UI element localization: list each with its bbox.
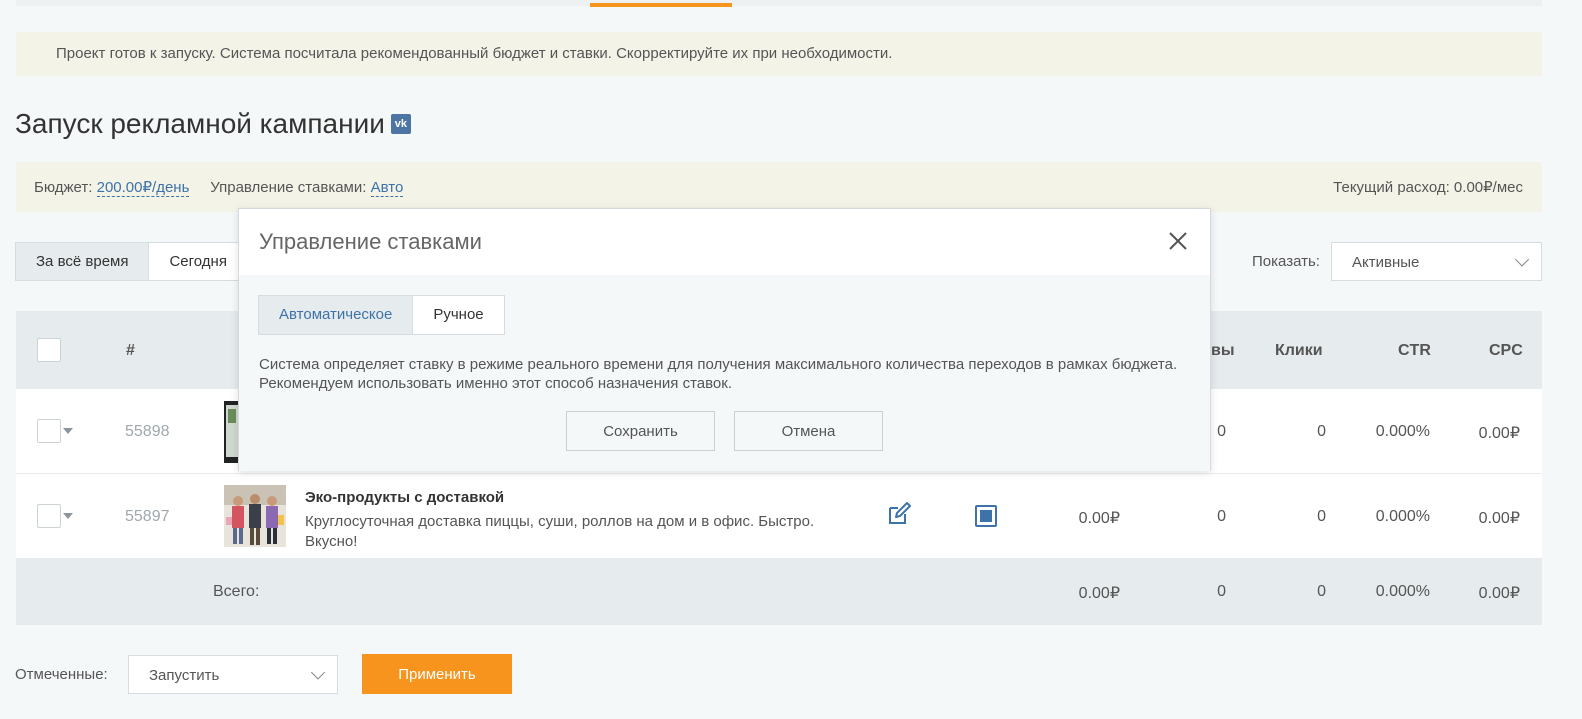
header-clicks[interactable]: Клики [1275, 342, 1323, 360]
show-label: Показать: [1252, 253, 1320, 270]
tab-automatic[interactable]: Автоматическое [258, 295, 414, 335]
apply-button[interactable]: Применить [362, 654, 512, 694]
cancel-button[interactable]: Отмена [734, 411, 883, 451]
tab-all-time[interactable]: За всё время [15, 242, 150, 281]
top-tabs-bar [16, 0, 1542, 6]
total-cpc: 0.00₽ [1478, 585, 1520, 602]
row-ctr: 0.000% [1375, 423, 1430, 440]
bulk-action-value: Запустить [149, 667, 220, 684]
row-clicks: 0 [1317, 423, 1326, 440]
total-ctr: 0.000% [1375, 583, 1430, 600]
total-spend: 0.00₽ [1078, 585, 1120, 602]
top-tab-active-indicator [590, 3, 732, 7]
dropdown-caret-icon[interactable] [63, 513, 73, 519]
total-views: 0 [1217, 583, 1226, 600]
bid-label: Управление ставками: [210, 179, 367, 196]
row-cpc: 0.00₽ [1478, 425, 1520, 442]
notice-banner: Проект готов к запуску. Система посчитал… [16, 32, 1542, 76]
row-checkbox[interactable] [37, 504, 61, 528]
period-tabs: За всё время Сегодня [15, 242, 248, 281]
header-views: вы [1211, 342, 1235, 359]
row-id: 55897 [125, 508, 170, 525]
header-id: # [126, 342, 135, 359]
chevron-down-icon [1514, 251, 1530, 267]
row-cpc: 0.00₽ [1478, 510, 1520, 527]
row-checkbox[interactable] [37, 419, 61, 443]
selected-label: Отмеченные: [15, 666, 108, 683]
bid-mode-tabs: Автоматическое Ручное [258, 295, 505, 335]
budget-value-link[interactable]: 200.00₽/день [96, 179, 190, 197]
ad-thumbnail [224, 485, 286, 547]
show-filter-value: Активные [1352, 254, 1420, 271]
show-filter-select[interactable]: Активные [1331, 242, 1542, 281]
modal-header: Управление ставками [239, 209, 1210, 275]
row-ctr: 0.000% [1375, 508, 1430, 525]
budget-label: Бюджет: [34, 179, 93, 196]
row-id: 55898 [125, 423, 170, 440]
page-title-text: Запуск рекламной кампании [15, 108, 385, 139]
save-button[interactable]: Сохранить [566, 411, 715, 451]
total-label: Всего: [213, 583, 260, 600]
edit-icon[interactable] [886, 500, 912, 526]
vk-icon: vk [390, 114, 411, 134]
budget-bar: Бюджет: 200.00₽/день Управление ставками… [16, 162, 1542, 212]
row-spend: 0.00₽ [1078, 510, 1120, 527]
ad-text: Круглосуточная доставка пиццы, суши, рол… [305, 513, 815, 550]
row-views: 0 [1217, 508, 1226, 525]
dropdown-caret-icon[interactable] [63, 428, 73, 434]
tab-manual[interactable]: Ручное [412, 295, 505, 335]
header-ctr[interactable]: CTR [1398, 342, 1431, 360]
bid-mode-description: Система определяет ставку в режиме реаль… [259, 356, 1178, 392]
stop-icon[interactable] [975, 505, 997, 527]
modal-title: Управление ставками [259, 229, 482, 254]
close-icon[interactable] [1168, 231, 1188, 251]
tab-today[interactable]: Сегодня [148, 242, 248, 281]
row-clicks: 0 [1317, 508, 1326, 525]
modal-body: Автоматическое Ручное Система определяет… [239, 275, 1210, 471]
bid-mode-link[interactable]: Авто [370, 179, 404, 197]
page-title: Запуск рекламной кампании vk [15, 108, 411, 140]
header-cpc[interactable]: CPC [1489, 342, 1523, 360]
table-total-row: Всего: 0.00₽ 0 0 0.000% 0.00₽ [16, 559, 1542, 625]
ad-title[interactable]: Эко-продукты с доставкой [305, 489, 504, 506]
total-clicks: 0 [1317, 583, 1326, 600]
current-spend: Текущий расход: 0.00₽/мес [1333, 179, 1523, 196]
chevron-down-icon [310, 664, 326, 680]
select-all-checkbox[interactable] [37, 338, 61, 362]
bid-management-modal: Управление ставками Автоматическое Ручно… [238, 208, 1211, 471]
bulk-action-select[interactable]: Запустить [128, 655, 338, 694]
table-row: 55897 Эко-продукты с доставкой Круглосут… [16, 474, 1542, 559]
